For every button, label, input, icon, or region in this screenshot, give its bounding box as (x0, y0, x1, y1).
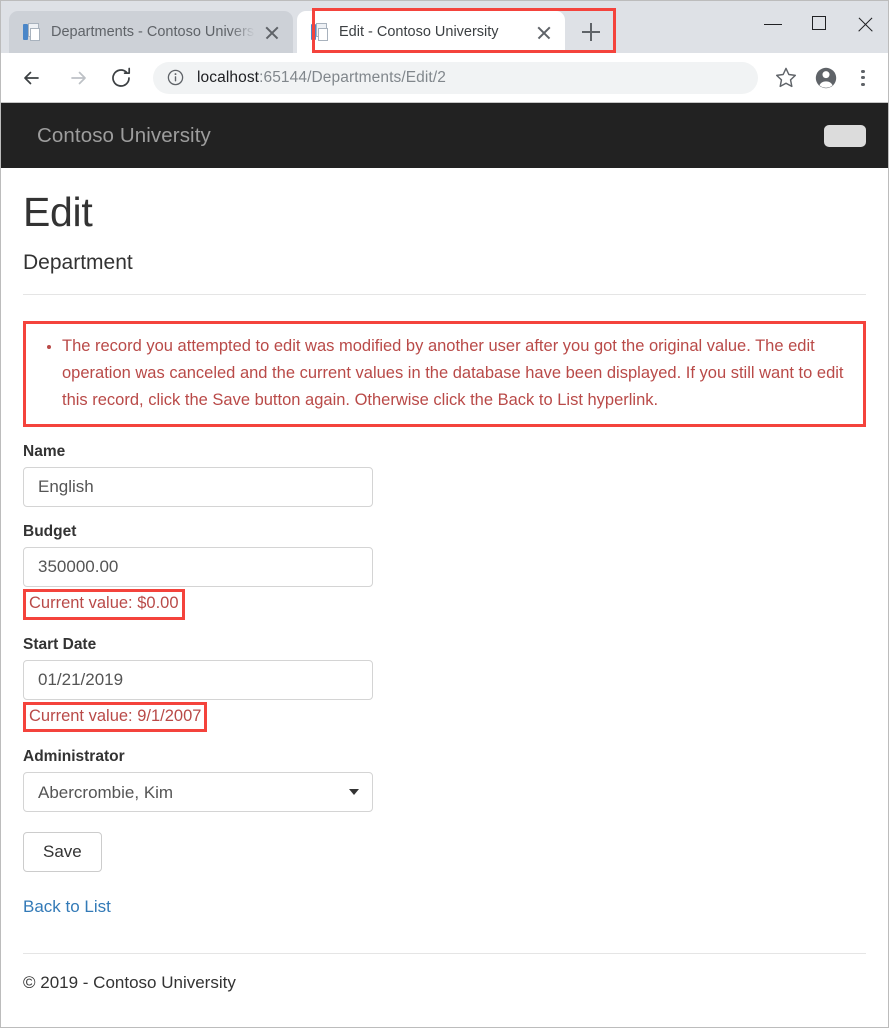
navbar-brand[interactable]: Contoso University (37, 124, 824, 148)
form-group-administrator: Administrator Abercrombie, Kim (23, 748, 866, 812)
name-label: Name (23, 443, 866, 461)
url-text: localhost:65144/Departments/Edit/2 (197, 69, 446, 87)
page-viewport: Contoso University Edit Department The r… (1, 103, 888, 1027)
budget-label: Budget (23, 523, 866, 541)
footer-divider (23, 953, 866, 954)
minimize-icon[interactable] (750, 1, 796, 47)
start-date-label: Start Date (23, 636, 866, 654)
page-title: Edit (23, 190, 866, 235)
close-icon[interactable] (533, 21, 555, 43)
browser-toolbar: localhost:65144/Departments/Edit/2 (1, 53, 888, 103)
form-group-budget: Budget Current value: $0.00 (23, 523, 866, 619)
forward-icon[interactable] (60, 61, 94, 95)
name-input[interactable] (23, 467, 373, 507)
administrator-label: Administrator (23, 748, 866, 766)
browser-window: Departments - Contoso Universit Edit - C… (0, 0, 889, 1028)
document-icon (311, 23, 328, 42)
close-icon[interactable] (261, 21, 283, 43)
page-container: Edit Department The record you attempted… (1, 190, 888, 993)
start-date-input[interactable] (23, 660, 373, 700)
new-tab-button[interactable] (575, 16, 607, 48)
section-divider (23, 294, 866, 295)
profile-avatar-icon[interactable] (809, 61, 843, 95)
budget-input[interactable] (23, 547, 373, 587)
validation-summary: The record you attempted to edit was mod… (23, 321, 866, 427)
window-controls (750, 1, 888, 47)
info-circle-icon[interactable] (167, 69, 184, 86)
browser-menu-icon[interactable] (848, 61, 878, 95)
address-bar[interactable]: localhost:65144/Departments/Edit/2 (153, 62, 758, 94)
tab-title: Edit - Contoso University (339, 24, 527, 40)
administrator-select[interactable]: Abercrombie, Kim (23, 772, 373, 812)
url-host: localhost (197, 69, 259, 86)
validation-list: The record you attempted to edit was mod… (40, 333, 849, 413)
tab-title: Departments - Contoso Universit (51, 24, 255, 40)
url-path: :65144/Departments/Edit/2 (259, 69, 446, 86)
back-to-list-link[interactable]: Back to List (23, 897, 111, 917)
page-subtitle: Department (23, 251, 866, 274)
form-group-name: Name (23, 443, 866, 507)
document-icon (23, 23, 40, 42)
bookmark-star-icon[interactable] (769, 61, 803, 95)
form-group-start-date: Start Date Current value: 9/1/2007 (23, 636, 866, 732)
back-icon[interactable] (16, 61, 50, 95)
start-date-current-value: Current value: 9/1/2007 (23, 702, 207, 732)
close-window-icon[interactable] (842, 1, 888, 47)
navbar-toggle-button[interactable] (824, 125, 866, 147)
tab-strip: Departments - Contoso Universit Edit - C… (1, 1, 888, 53)
reload-icon[interactable] (104, 61, 138, 95)
budget-current-value: Current value: $0.00 (23, 589, 185, 619)
browser-tab-edit[interactable]: Edit - Contoso University (297, 11, 565, 53)
site-navbar: Contoso University (1, 103, 888, 168)
browser-tab-departments[interactable]: Departments - Contoso Universit (9, 11, 293, 53)
validation-message: The record you attempted to edit was mod… (62, 333, 849, 413)
save-button[interactable]: Save (23, 832, 102, 872)
footer-text: © 2019 - Contoso University (23, 973, 866, 993)
maximize-icon[interactable] (796, 1, 842, 47)
